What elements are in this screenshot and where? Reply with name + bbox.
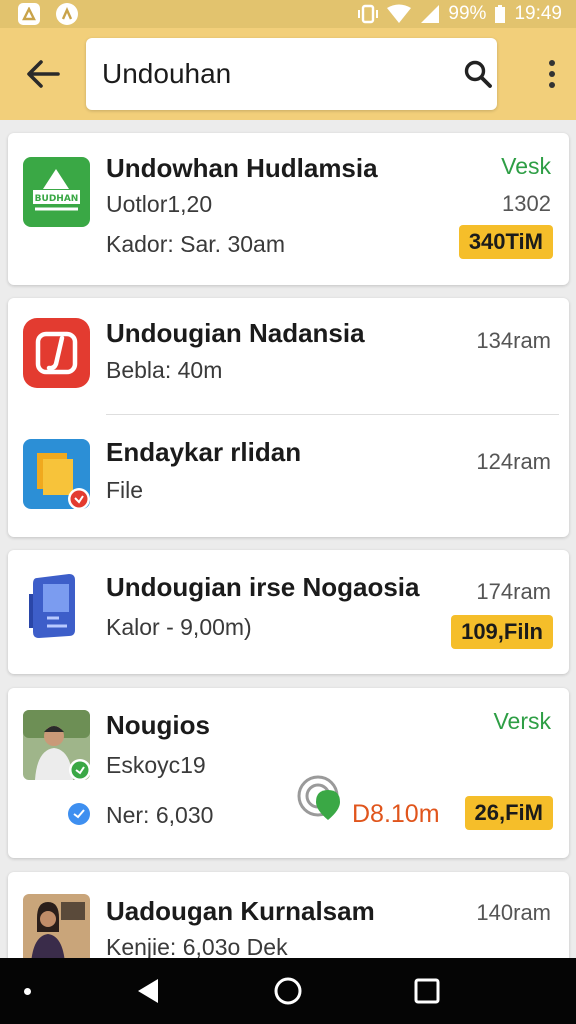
app-bar — [0, 28, 576, 120]
person-photo-app-icon — [23, 710, 91, 781]
result-meta: 1302 — [502, 191, 551, 216]
result-meta: 134ram — [476, 328, 551, 353]
result-card[interactable]: BUDHAN Undowhan Hudlamsia Uotlor1,20 Kad… — [8, 133, 569, 285]
result-subtitle: Kenjie: 6,03o Dek — [106, 934, 288, 960]
result-status: Vesk — [501, 153, 551, 179]
result-subtitle: Bebla: 40m — [106, 357, 223, 383]
status-bar: 99% 19:49 — [0, 0, 576, 28]
result-subtitle: Kalor - 9,00m) — [106, 614, 252, 640]
blue-card-app-icon — [23, 570, 90, 640]
clock: 19:49 — [514, 3, 562, 24]
back-nav-button[interactable] — [133, 976, 163, 1006]
result-subtitle: Eskoyc19 — [106, 752, 206, 778]
size-badge: 340TiM — [458, 225, 553, 259]
result-card[interactable]: Nougios Eskoyc19 Versk Ner: 6,030 D8.10m… — [8, 688, 569, 858]
more-options-button[interactable] — [546, 54, 558, 94]
green-download-app-icon: BUDHAN — [23, 157, 90, 227]
notification-app-icon — [18, 3, 40, 25]
result-title: Uadougan Kurnalsam — [106, 896, 375, 926]
red-music-app-icon — [23, 318, 90, 388]
result-status: Versk — [493, 708, 551, 734]
back-button[interactable] — [0, 28, 86, 120]
result-meta: 124ram — [476, 449, 551, 474]
result-card-group: Undougian Nadansia Bebla: 40m 134ram End… — [8, 298, 569, 537]
result-title: Undougian irse Nogaosia — [106, 572, 420, 602]
arrow-left-icon — [27, 60, 60, 88]
vibrate-icon — [358, 4, 379, 24]
result-meta: 140ram — [476, 900, 551, 925]
dot-icon — [549, 60, 555, 66]
size-badge: 26,FiM — [464, 796, 553, 830]
result-meta: 174ram — [476, 579, 551, 604]
dot-icon — [549, 82, 555, 88]
home-button[interactable] — [273, 976, 303, 1006]
result-title: Nougios — [106, 710, 210, 740]
recents-button[interactable] — [412, 976, 442, 1006]
size-badge: 109,Filn — [451, 615, 553, 649]
location-icon — [296, 774, 344, 822]
dot-icon — [549, 71, 555, 77]
battery-percent: 99% — [448, 3, 487, 24]
list-item[interactable]: Undougian Nadansia Bebla: 40m 134ram — [8, 298, 569, 414]
folder-app-icon — [23, 439, 90, 510]
result-detail: Ner: 6,030 — [106, 802, 214, 828]
result-title: Undougian Nadansia — [106, 318, 365, 348]
app-icon-label: BUDHAN — [35, 194, 79, 204]
wifi-icon — [386, 4, 412, 24]
list-item[interactable]: Endaykar rlidan File 124ram — [8, 415, 569, 537]
result-subtitle: File — [106, 477, 144, 503]
dot-icon — [24, 988, 31, 995]
navigation-bar — [0, 958, 576, 1024]
distance-text: D8.10m — [352, 800, 440, 828]
circle-home-icon — [274, 977, 302, 1005]
notification-alert-icon — [56, 3, 78, 25]
verified-icon — [68, 803, 90, 825]
woman-photo-app-icon — [23, 894, 90, 964]
search-box[interactable] — [86, 38, 497, 110]
signal-icon — [420, 4, 440, 24]
square-recents-icon — [414, 978, 440, 1004]
result-title: Endaykar rlidan — [106, 437, 302, 467]
result-title: Undowhan Hudlamsia — [106, 153, 378, 183]
result-card[interactable]: Undougian irse Nogaosia Kalor - 9,00m) 1… — [8, 550, 569, 674]
result-detail: Kador: Sar. 30am — [106, 231, 285, 257]
search-input[interactable] — [102, 58, 463, 90]
battery-icon — [494, 4, 506, 24]
search-icon[interactable] — [463, 57, 493, 91]
triangle-back-icon — [138, 979, 158, 1003]
result-subtitle: Uotlor1,20 — [106, 191, 213, 217]
